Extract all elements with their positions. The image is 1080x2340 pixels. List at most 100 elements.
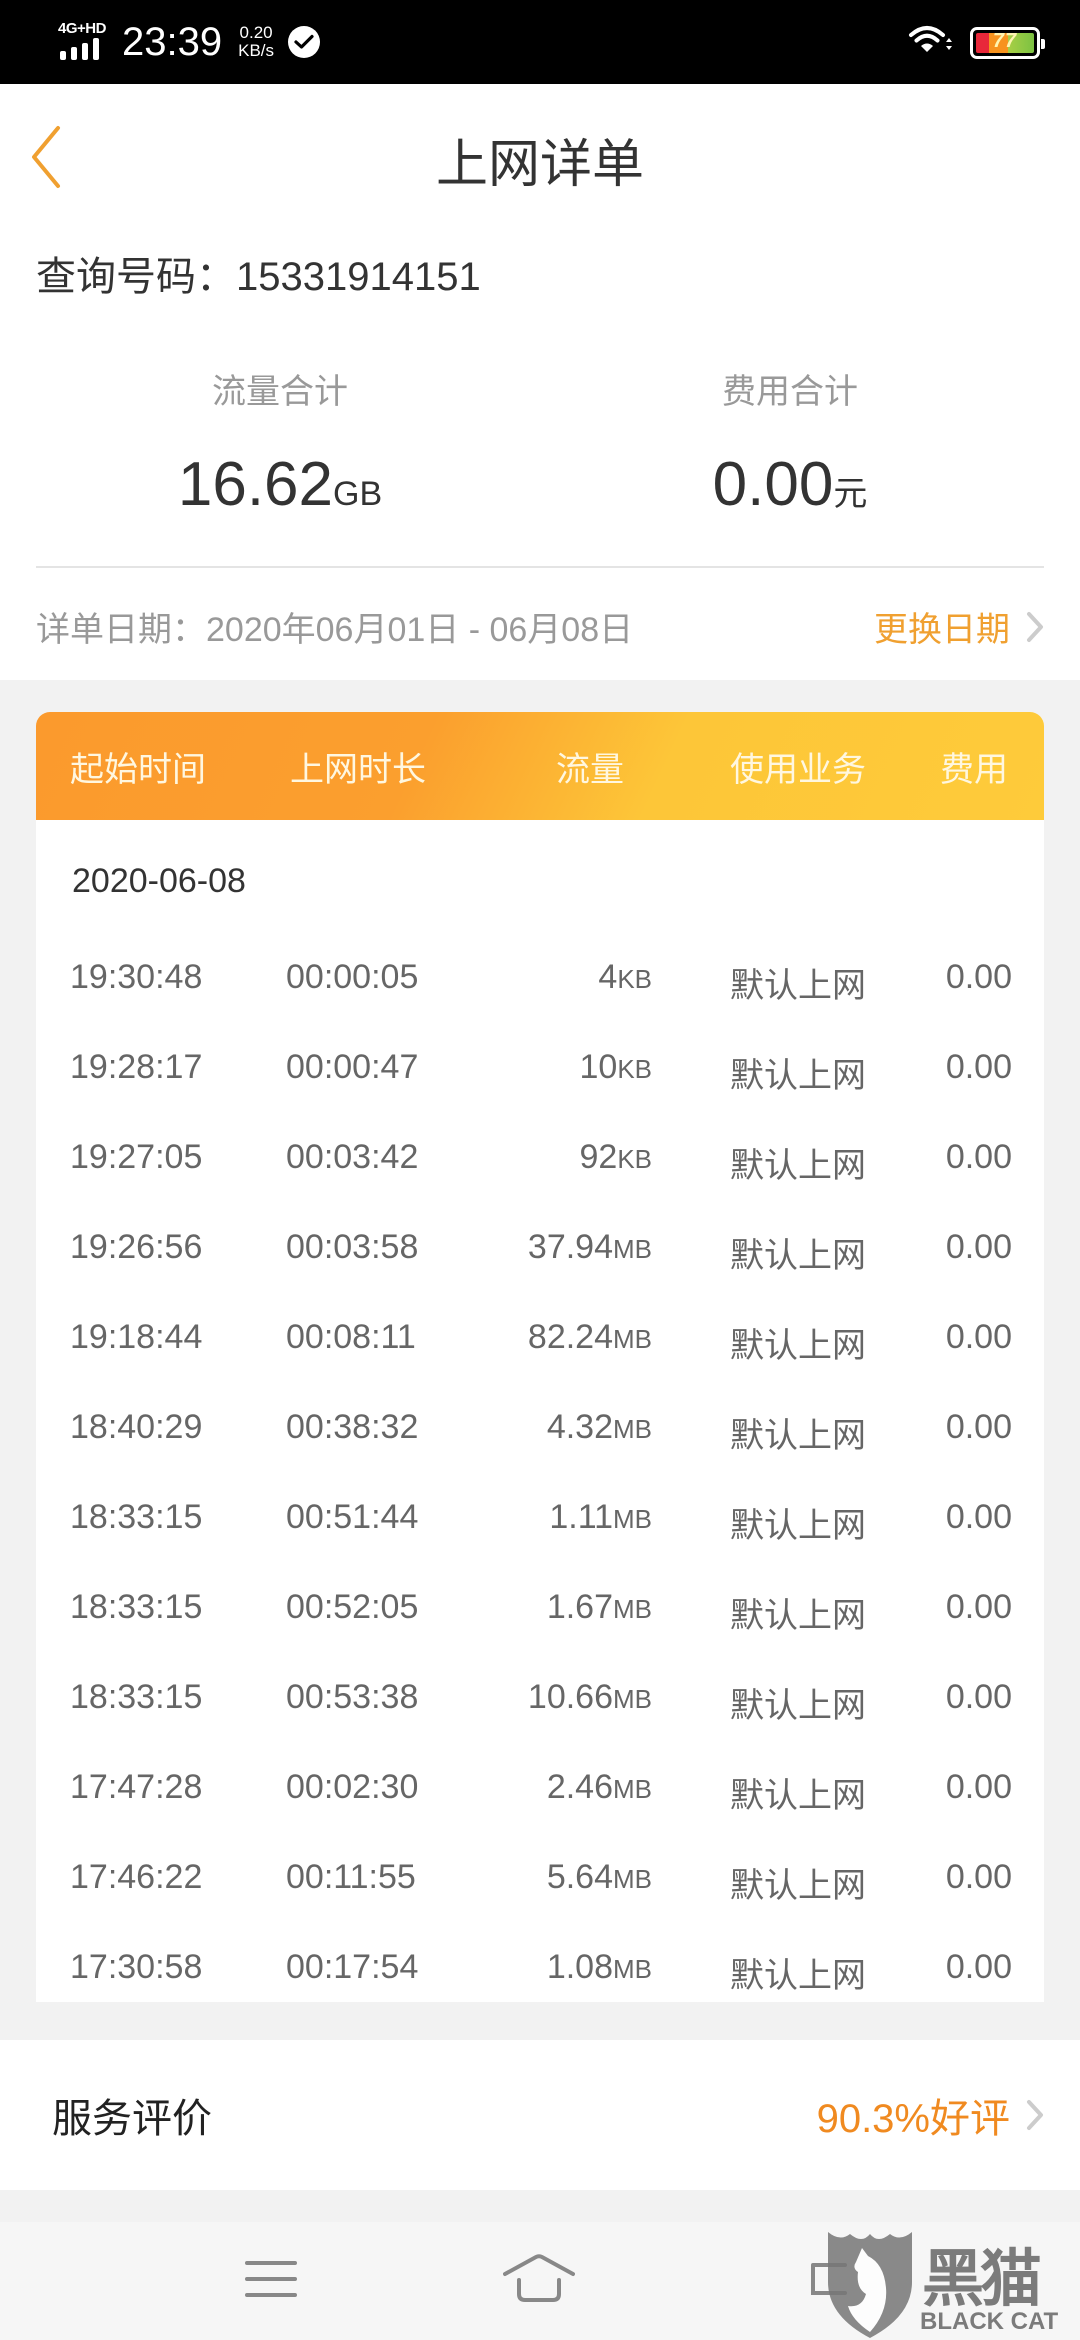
- change-date-label: 更换日期: [874, 611, 1010, 649]
- row-duration: 00:03:42: [286, 1138, 419, 1176]
- row-service: 默认上网: [730, 967, 866, 1005]
- speed-unit: KB/s: [238, 41, 275, 60]
- table-row: 19:26:56 00:03:58 37.94MB 默认上网 0.00: [36, 1204, 1044, 1294]
- speed-value: 0.20: [239, 23, 273, 42]
- row-flow: 10.66MB: [528, 1678, 652, 1717]
- watermark-subtext: BLACK CAT: [920, 2308, 1059, 2335]
- change-date-button[interactable]: 更换日期: [874, 602, 1044, 651]
- row-flow-unit: MB: [613, 1234, 652, 1264]
- row-flow: 4.32MB: [547, 1408, 652, 1447]
- row-fee: 0.00: [945, 1498, 1012, 1536]
- row-service: 默认上网: [730, 1507, 866, 1545]
- row-start-time: 19:27:05: [70, 1138, 203, 1176]
- row-flow-value: 92: [579, 1138, 618, 1176]
- table-row: 19:18:44 00:08:11 82.24MB 默认上网 0.00: [36, 1294, 1044, 1384]
- fee-total-label: 费用合计: [722, 373, 858, 411]
- service-rating-row[interactable]: 服务评价 90.3%好评: [0, 2040, 1080, 2190]
- divider: [36, 566, 1044, 568]
- row-start-time: 19:18:44: [70, 1318, 203, 1356]
- home-button[interactable]: [494, 2244, 584, 2314]
- row-flow: 1.67MB: [547, 1588, 652, 1627]
- black-cat-shield-icon: [828, 2232, 912, 2338]
- row-fee: 0.00: [945, 1858, 1012, 1896]
- row-flow-value: 4.32: [546, 1408, 613, 1446]
- row-service: 默认上网: [730, 1867, 866, 1905]
- row-start-time: 18:33:15: [70, 1678, 203, 1716]
- row-fee: 0.00: [945, 1588, 1012, 1626]
- row-flow: 5.64MB: [547, 1858, 652, 1897]
- table-header: 起始时间 上网时长 流量 使用业务 费用: [36, 712, 1044, 820]
- row-flow-value: 5.64: [546, 1858, 613, 1896]
- row-fee: 0.00: [945, 1678, 1012, 1716]
- column-service: 使用业务: [730, 750, 866, 789]
- row-flow-value: 2.46: [546, 1768, 613, 1806]
- row-flow-unit: MB: [613, 1684, 652, 1714]
- traffic-total: 流量合计 16.62GB: [10, 364, 550, 520]
- row-flow-value: 10: [579, 1048, 618, 1086]
- phone-number: 15331914151: [236, 255, 481, 299]
- row-start-time: 17:30:58: [70, 1948, 203, 1986]
- row-duration: 00:53:38: [286, 1678, 419, 1716]
- row-service: 默认上网: [730, 1777, 866, 1815]
- row-flow-value: 10.66: [527, 1678, 613, 1716]
- row-duration: 00:38:32: [286, 1408, 419, 1446]
- row-fee: 0.00: [945, 1228, 1012, 1266]
- chevron-right-icon: [1027, 611, 1043, 642]
- row-service: 默认上网: [730, 1327, 866, 1365]
- row-start-time: 18:40:29: [70, 1408, 203, 1446]
- table-row: 19:27:05 00:03:42 92KB 默认上网 0.00: [36, 1114, 1044, 1204]
- query-number: 查询号码：15331914151: [36, 244, 481, 302]
- chevron-right-icon: [1027, 2100, 1043, 2130]
- column-start-time: 起始时间: [70, 750, 206, 789]
- row-fee: 0.00: [945, 1768, 1012, 1806]
- row-fee: 0.00: [945, 1048, 1012, 1086]
- check-circle-icon: [288, 26, 321, 58]
- row-duration: 00:00:05: [286, 958, 419, 996]
- row-flow-unit: MB: [613, 1594, 652, 1624]
- row-start-time: 19:26:56: [70, 1228, 203, 1266]
- column-flow: 流量: [556, 750, 624, 789]
- row-flow: 1.08MB: [547, 1948, 652, 1987]
- menu-icon: [245, 2261, 297, 2297]
- row-duration: 00:11:55: [286, 1858, 416, 1896]
- row-duration: 00:03:58: [286, 1228, 419, 1266]
- row-flow-value: 4: [598, 958, 618, 996]
- totals: 流量合计 16.62GB 费用合计 0.00元: [0, 364, 1080, 520]
- date-range-label: 详单日期：2020年06月01日 - 06月08日: [36, 611, 634, 649]
- network-type: 4G+HD: [58, 20, 106, 37]
- row-flow-unit: MB: [613, 1774, 652, 1804]
- row-fee: 0.00: [945, 1408, 1012, 1446]
- row-flow: 10KB: [579, 1048, 652, 1087]
- row-service: 默认上网: [730, 1237, 866, 1275]
- battery-icon: 77: [970, 26, 1045, 59]
- home-icon: [503, 2254, 575, 2302]
- row-fee: 0.00: [945, 1138, 1012, 1176]
- row-flow-unit: MB: [613, 1864, 652, 1894]
- row-flow-value: 1.08: [546, 1948, 613, 1986]
- menu-button[interactable]: [226, 2244, 316, 2314]
- row-duration: 00:52:05: [286, 1588, 419, 1626]
- row-start-time: 18:33:15: [70, 1588, 203, 1626]
- table-row: 18:33:15 00:51:44 1.11MB 默认上网 0.00: [36, 1474, 1044, 1564]
- row-service: 默认上网: [730, 1057, 866, 1095]
- page-title: 上网详单: [435, 136, 644, 194]
- network-speed: 0.20 KB/s: [238, 24, 274, 60]
- fee-total-unit: 元: [833, 475, 868, 513]
- row-duration: 00:51:44: [286, 1498, 419, 1536]
- column-fee: 费用: [940, 750, 1008, 789]
- battery-level: 77: [992, 29, 1018, 52]
- row-service: 默认上网: [730, 1957, 866, 1995]
- column-duration: 上网时长: [290, 750, 426, 789]
- row-flow-value: 82.24: [527, 1318, 613, 1356]
- service-rating-link[interactable]: 90.3%好评: [817, 2086, 1044, 2144]
- usage-table[interactable]: 起始时间 上网时长 流量 使用业务 费用 2020-06-08 19:30:48…: [36, 712, 1044, 2002]
- row-flow: 2.46MB: [547, 1768, 652, 1807]
- watermark-text: 黑猫: [922, 2245, 1042, 2314]
- traffic-total-value: 16.62: [177, 450, 334, 519]
- row-flow-unit: KB: [617, 1054, 652, 1084]
- row-service: 默认上网: [730, 1597, 866, 1635]
- traffic-total-unit: GB: [333, 475, 383, 513]
- table-row: 17:30:58 00:17:54 1.08MB 默认上网 0.00: [36, 1924, 1044, 2002]
- row-flow-unit: KB: [617, 1144, 652, 1174]
- row-duration: 00:17:54: [286, 1948, 419, 1986]
